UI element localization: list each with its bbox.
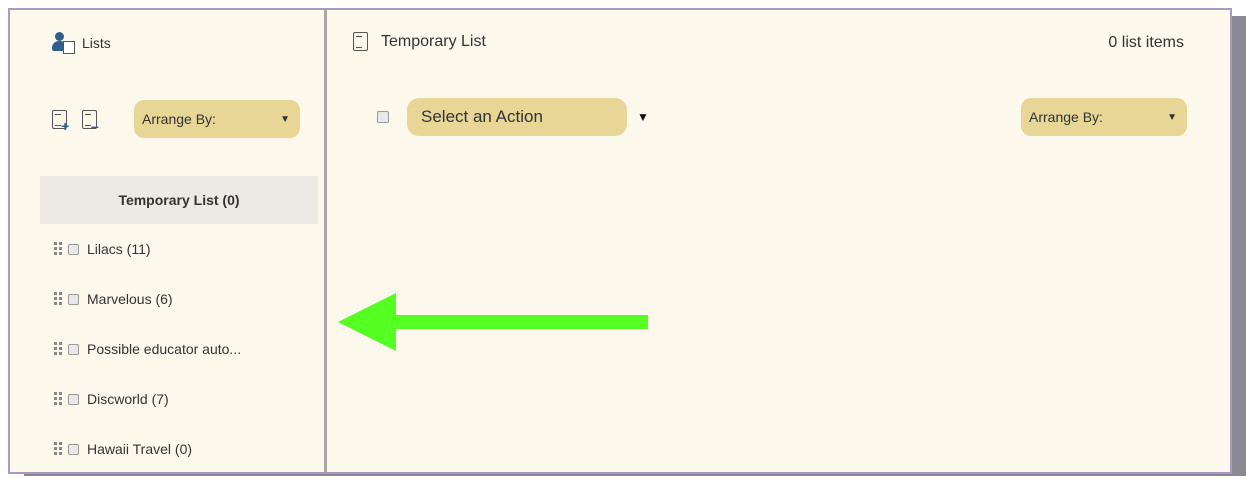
list-item-label: Possible educator auto...: [87, 341, 242, 357]
list-doc-icon: [353, 32, 371, 52]
lists-header: Lists: [52, 32, 111, 54]
list-item-label: Marvelous (6): [87, 291, 173, 307]
add-list-icon[interactable]: +: [52, 110, 70, 133]
user-list-icon: [52, 32, 76, 54]
main-arrange-label: Arrange By:: [1029, 109, 1103, 125]
drag-handle-icon[interactable]: [54, 292, 64, 306]
list-item-marvelous[interactable]: Marvelous (6): [40, 274, 318, 324]
list-item-checkbox[interactable]: [68, 243, 79, 255]
action-row: Select an Action ▼: [377, 98, 649, 136]
list-item-checkbox[interactable]: [68, 343, 79, 355]
main-header: Temporary List: [353, 32, 486, 52]
list-item-lilacs[interactable]: Lilacs (11): [40, 224, 318, 274]
list-item-discworld[interactable]: Discworld (7): [40, 374, 318, 424]
list-item-label: Lilacs (11): [87, 241, 151, 257]
caret-down-icon: ▼: [280, 114, 290, 125]
caret-down-icon[interactable]: ▼: [637, 110, 649, 124]
select-action-dropdown[interactable]: Select an Action: [407, 98, 627, 136]
drag-handle-icon[interactable]: [54, 342, 64, 356]
remove-list-icon[interactable]: –: [82, 110, 100, 133]
drag-handle-icon[interactable]: [54, 442, 64, 456]
sidebar-arrange-label: Arrange By:: [142, 111, 216, 127]
list-nav: Temporary List (0) Lilacs (11) Marvelous…: [40, 176, 318, 474]
select-action-label: Select an Action: [421, 107, 543, 126]
list-item-checkbox[interactable]: [68, 393, 79, 405]
sidebar-arrange-dropdown[interactable]: Arrange By: ▼: [134, 100, 300, 138]
left-arrow-annotation: [338, 293, 648, 351]
list-item-possible-educator[interactable]: Possible educator auto...: [40, 324, 318, 374]
page-title: Temporary List: [381, 33, 486, 50]
select-all-checkbox[interactable]: [377, 111, 389, 123]
list-item-count: 0 list items: [1108, 34, 1184, 51]
list-item-hawaii-travel[interactable]: Hawaii Travel (0): [40, 424, 318, 474]
lists-window: Lists + – Arrange By: ▼ Temporary List (…: [8, 8, 1232, 474]
caret-down-icon: ▼: [1167, 112, 1177, 123]
lists-title: Lists: [82, 35, 111, 51]
list-tools: + –: [52, 110, 106, 133]
list-item-label: Temporary List (0): [118, 192, 240, 208]
main-panel: Temporary List 0 list items Select an Ac…: [327, 10, 1230, 472]
drag-handle-icon[interactable]: [54, 242, 64, 256]
list-item-checkbox[interactable]: [68, 293, 79, 305]
list-item-label: Hawaii Travel (0): [87, 441, 193, 457]
list-item-checkbox[interactable]: [68, 443, 79, 455]
sidebar: Lists + – Arrange By: ▼ Temporary List (…: [10, 10, 327, 472]
main-arrange-dropdown[interactable]: Arrange By: ▼: [1021, 98, 1187, 136]
list-item-label: Discworld (7): [87, 391, 169, 407]
list-item-temporary[interactable]: Temporary List (0): [40, 176, 318, 224]
drag-handle-icon[interactable]: [54, 392, 64, 406]
